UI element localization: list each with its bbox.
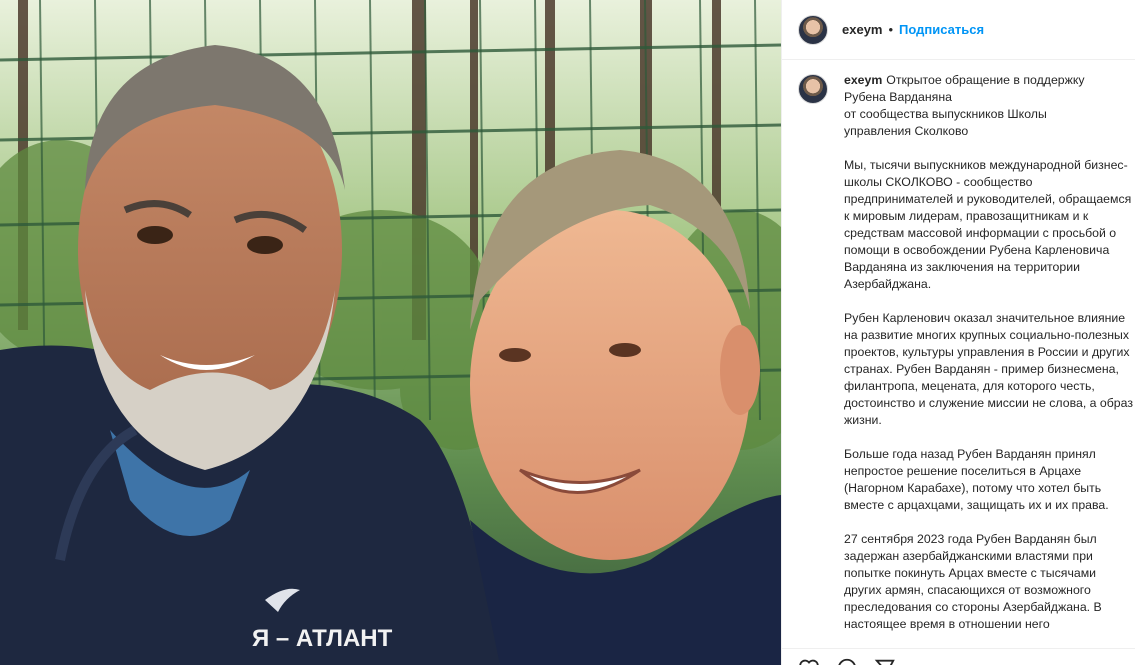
photo-badge-text: Я – АТЛАНТ xyxy=(252,625,393,652)
caption-intro-line-3: от сообщества выпускников Школы xyxy=(844,107,1047,121)
follow-button[interactable]: Подписаться xyxy=(899,22,984,37)
author-username[interactable]: exeym xyxy=(842,22,882,37)
caption-paragraph-1: Мы, тысячи выпускников международной биз… xyxy=(844,158,1132,291)
caption-paragraph-2: Рубен Карленович оказал значительное вли… xyxy=(844,311,1133,427)
caption-intro-line-4: управления Сколково xyxy=(844,124,969,138)
header-separator: • xyxy=(888,22,894,37)
caption-author-avatar[interactable] xyxy=(798,74,828,104)
caption-text: exeym Открытое обращение в поддержку Рубе… xyxy=(844,72,1134,642)
caption-intro: exeym Открытое обращение в поддержку Рубе… xyxy=(844,72,1134,140)
heart-icon[interactable] xyxy=(798,657,820,665)
post-actions-bar xyxy=(782,648,1135,665)
post-header: exeym • Подписаться xyxy=(782,0,1135,60)
share-icon[interactable] xyxy=(874,657,896,665)
caption-paragraph-4: 27 сентября 2023 года Рубен Варданян был… xyxy=(844,532,1102,631)
author-avatar[interactable] xyxy=(798,14,828,45)
caption-intro-line-2: Рубена Варданяна xyxy=(844,90,952,104)
comment-icon[interactable] xyxy=(836,657,858,665)
selfie-illustration: Я – АТЛАНТ xyxy=(0,0,781,665)
post-side-panel: exeym • Подписаться exeym Открытое обраще… xyxy=(781,0,1135,665)
caption-intro-line-1: Открытое обращение в поддержку xyxy=(886,73,1085,87)
caption-block: exeym Открытое обращение в поддержку Рубе… xyxy=(798,72,1134,642)
post-photo[interactable]: Я – АТЛАНТ xyxy=(0,0,781,665)
caption-author-username[interactable]: exeym xyxy=(844,73,882,87)
caption-paragraph-3: Больше года назад Рубен Варданян принял … xyxy=(844,447,1109,512)
